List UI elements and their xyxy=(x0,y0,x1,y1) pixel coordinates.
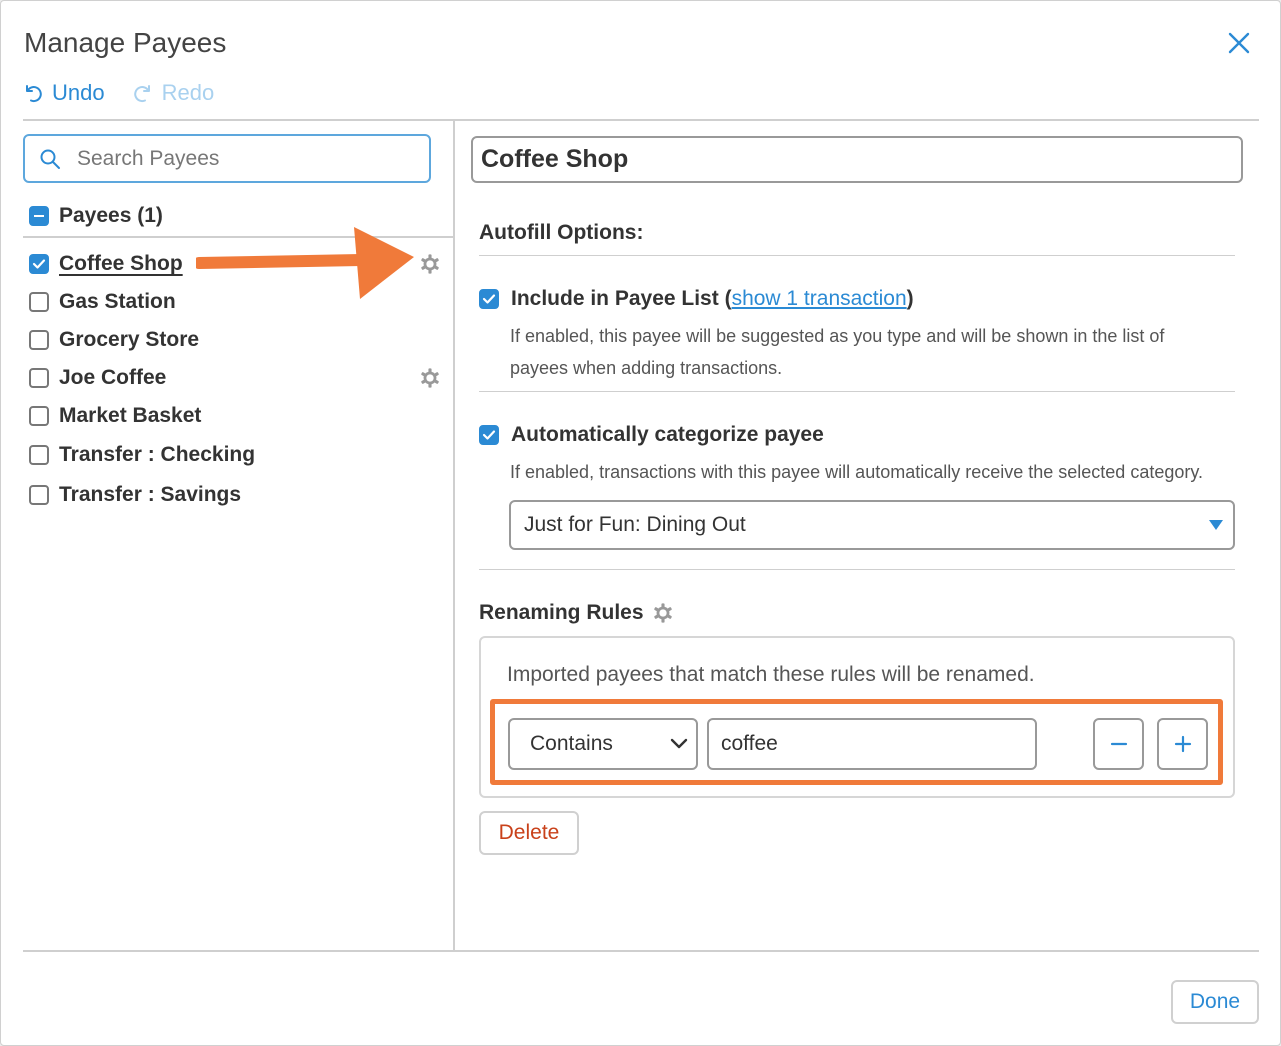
gear-icon[interactable] xyxy=(419,367,441,389)
caret-down-icon xyxy=(1209,520,1223,530)
dialog-title: Manage Payees xyxy=(24,27,227,58)
manage-payees-dialog: Manage Payees Undo Redo Search Payees Pa… xyxy=(0,0,1281,1046)
include-label: Include in Payee List xyxy=(511,287,719,310)
check-icon xyxy=(482,294,496,304)
undo-label: Undo xyxy=(52,80,105,105)
search-box xyxy=(23,134,431,183)
payee-name[interactable]: Coffee Shop xyxy=(59,252,183,276)
minus-icon xyxy=(1110,742,1127,746)
renaming-heading-label: Renaming Rules xyxy=(479,601,644,624)
payee-list-item[interactable]: Transfer : Checking xyxy=(29,435,449,475)
payee-list-item[interactable]: Joe Coffee xyxy=(29,359,449,397)
header-divider xyxy=(23,119,1259,121)
renaming-description: Imported payees that match these rules w… xyxy=(507,663,1035,686)
show-transactions-link[interactable]: show 1 transaction xyxy=(732,287,907,310)
payee-name[interactable]: Transfer : Checking xyxy=(59,443,255,467)
payee-list-item[interactable]: Market Basket xyxy=(29,397,449,435)
annotation-arrow xyxy=(196,227,414,299)
category-value: Just for Fun: Dining Out xyxy=(524,513,746,536)
autocategorize-description: If enabled, transactions with this payee… xyxy=(510,462,1204,482)
category-divider xyxy=(479,569,1235,570)
rule-text-value: coffee xyxy=(721,732,778,755)
close-icon[interactable] xyxy=(1227,31,1251,55)
undo-button[interactable]: Undo xyxy=(23,80,105,106)
renaming-heading: Renaming Rules xyxy=(479,601,674,625)
payee-checkbox[interactable] xyxy=(29,406,49,426)
payee-name[interactable]: Grocery Store xyxy=(59,328,199,352)
redo-icon xyxy=(133,85,150,103)
payees-group-label: Payees (1) xyxy=(59,204,163,227)
delete-payee-button[interactable]: Delete xyxy=(479,811,579,855)
rule-match-value: Contains xyxy=(530,732,613,755)
add-rule-button[interactable] xyxy=(1157,718,1208,770)
payee-name-value: Coffee Shop xyxy=(481,145,629,173)
remove-rule-button[interactable] xyxy=(1093,718,1144,770)
payee-checkbox[interactable] xyxy=(29,330,49,350)
category-select[interactable]: Just for Fun: Dining Out xyxy=(509,500,1235,550)
payee-checkbox[interactable] xyxy=(29,292,49,312)
undo-redo-toolbar: Undo Redo xyxy=(23,79,214,107)
include-option: Include in Payee List (show 1 transactio… xyxy=(479,287,914,311)
include-desc-line2: payees when adding transactions. xyxy=(510,358,783,378)
search-input[interactable] xyxy=(77,146,397,171)
autocategorize-label: Automatically categorize payee xyxy=(511,423,824,446)
done-button[interactable]: Done xyxy=(1171,980,1259,1024)
payee-name[interactable]: Joe Coffee xyxy=(59,366,166,390)
autocategorize-checkbox[interactable] xyxy=(479,425,499,445)
redo-label: Redo xyxy=(161,80,215,105)
chevron-down-icon xyxy=(670,738,688,749)
gear-icon[interactable] xyxy=(652,602,674,624)
rule-text-input[interactable]: coffee xyxy=(707,718,1037,770)
payee-checkbox[interactable] xyxy=(29,254,49,274)
panel-divider xyxy=(453,119,455,951)
payee-list-item[interactable]: Grocery Store xyxy=(29,321,449,359)
payees-group-header: Payees (1) xyxy=(29,204,163,228)
include-description: If enabled, this payee will be suggested… xyxy=(510,320,1164,384)
select-all-checkbox[interactable] xyxy=(29,206,49,226)
autofill-divider xyxy=(479,255,1235,256)
check-icon xyxy=(482,430,496,440)
autocategorize-option: Automatically categorize payee xyxy=(479,423,824,447)
undo-icon xyxy=(26,85,42,103)
payee-checkbox[interactable] xyxy=(29,485,49,505)
payee-checkbox[interactable] xyxy=(29,368,49,388)
include-checkbox[interactable] xyxy=(479,289,499,309)
gear-icon[interactable] xyxy=(419,253,441,275)
autofill-heading: Autofill Options: xyxy=(479,221,644,244)
payee-name[interactable]: Transfer : Savings xyxy=(59,483,241,507)
footer-divider xyxy=(23,950,1259,952)
redo-button[interactable]: Redo xyxy=(133,80,215,106)
rule-match-select[interactable]: Contains xyxy=(508,718,698,770)
check-icon xyxy=(32,259,46,269)
search-icon xyxy=(40,149,60,169)
payee-checkbox[interactable] xyxy=(29,445,49,465)
payee-list-item[interactable]: Transfer : Savings xyxy=(29,475,449,515)
payee-name[interactable]: Gas Station xyxy=(59,290,176,314)
payee-name[interactable]: Market Basket xyxy=(59,404,201,428)
include-desc-line1: If enabled, this payee will be suggested… xyxy=(510,326,1165,346)
include-divider xyxy=(479,391,1235,392)
plus-icon xyxy=(1174,735,1191,753)
payee-name-field[interactable]: Coffee Shop xyxy=(471,136,1243,183)
